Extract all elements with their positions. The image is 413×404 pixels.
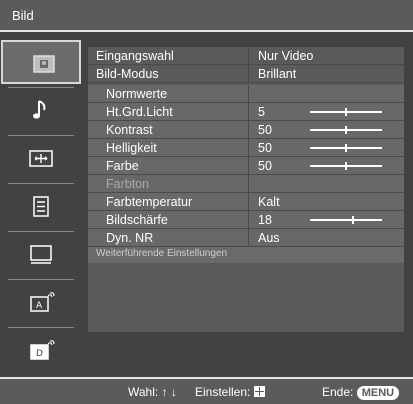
menu-row-sharpness[interactable]: Bildschärfe 18 — [88, 211, 404, 229]
row-value: Brillant — [258, 67, 297, 81]
sidebar-item-input-a[interactable]: A — [0, 280, 82, 324]
row-label: Farbe — [106, 159, 139, 173]
row-value: 50 — [258, 141, 272, 155]
settings-list-icon — [33, 196, 49, 217]
menu-row-color[interactable]: Farbe 50 — [88, 157, 404, 175]
confirm-label: Einstellen: — [195, 385, 251, 399]
sidebar-item-picture[interactable] — [1, 40, 81, 84]
row-label: Farbtemperatur — [106, 195, 193, 209]
slider-knob[interactable] — [345, 108, 347, 116]
menu-row-backlight[interactable]: Ht.Grd.Licht 5 — [88, 103, 404, 121]
sharpness-slider[interactable] — [310, 216, 382, 224]
slider-knob[interactable] — [345, 126, 347, 134]
slider-knob[interactable] — [345, 144, 347, 152]
category-sidebar: A D — [0, 40, 82, 372]
menu-body: A D Eingangswahl Nur Video Bild-Modus Br… — [0, 32, 413, 377]
row-value: 50 — [258, 123, 272, 137]
confirm-hint: Einstellen: — [195, 385, 265, 399]
backlight-slider[interactable] — [310, 108, 382, 116]
footer-hint-bar: Wahl: ↑ ↓ Einstellen: Ende: MENU — [0, 377, 413, 404]
column-divider — [248, 193, 249, 210]
menu-row-color-temperature[interactable]: Farbtemperatur Kalt — [88, 193, 404, 211]
row-label: Farbton — [106, 177, 150, 191]
title-bar: Bild — [0, 0, 413, 32]
picture-settings-osd: Bild A D Eingangswahl Nur Video Bild-Mod… — [0, 0, 413, 404]
up-down-arrows-icon: ↑ ↓ — [161, 385, 177, 399]
row-value: 50 — [258, 159, 272, 173]
screen-format-icon — [29, 150, 53, 167]
menu-button[interactable]: MENU — [356, 386, 400, 400]
column-divider — [248, 157, 249, 174]
row-value: Nur Video — [258, 49, 314, 63]
menu-title: Bild — [12, 8, 34, 23]
sidebar-item-sound[interactable] — [0, 88, 82, 132]
row-value: 18 — [258, 213, 272, 227]
input-a-icon: A — [30, 292, 55, 312]
row-label: Helligkeit — [106, 141, 157, 155]
advanced-settings-row[interactable]: Weiterführende Einstellungen — [88, 247, 404, 263]
menu-row-reset[interactable]: Normwerte — [88, 85, 404, 103]
select-label: Wahl: — [128, 385, 159, 399]
select-hint: Wahl: ↑ ↓ — [128, 385, 177, 399]
column-divider — [248, 85, 249, 102]
row-label: Bild-Modus — [96, 67, 159, 81]
music-note-icon — [33, 100, 46, 119]
menu-row-picture-mode[interactable]: Bild-Modus Brillant — [88, 65, 404, 83]
column-divider — [248, 211, 249, 228]
row-label: Bildschärfe — [106, 213, 168, 227]
brightness-slider[interactable] — [310, 144, 382, 152]
menu-row-hue-disabled: Farbton — [88, 175, 404, 193]
monitor-icon — [30, 245, 52, 264]
contrast-slider[interactable] — [310, 126, 382, 134]
svg-text:A: A — [36, 301, 43, 311]
row-label: Eingangswahl — [96, 49, 174, 63]
sidebar-item-setup[interactable] — [0, 184, 82, 228]
menu-row-brightness[interactable]: Helligkeit 50 — [88, 139, 404, 157]
menu-row-input-select[interactable]: Eingangswahl Nur Video — [88, 47, 404, 65]
color-slider[interactable] — [310, 162, 382, 170]
advanced-settings-label: Weiterführende Einstellungen — [96, 248, 228, 259]
column-divider — [248, 65, 249, 82]
column-divider — [248, 175, 249, 192]
exit-hint: Ende: MENU — [322, 385, 400, 400]
column-divider — [248, 103, 249, 120]
exit-label: Ende: — [322, 385, 354, 399]
joystick-button-icon — [253, 386, 265, 397]
input-d-icon: D — [30, 340, 55, 360]
settings-panel: Eingangswahl Nur Video Bild-Modus Brilla… — [88, 47, 404, 332]
row-value: Kalt — [258, 195, 280, 209]
row-label: Dyn. NR — [106, 231, 154, 245]
row-value: Aus — [258, 231, 280, 245]
picture-icon — [33, 55, 55, 73]
sidebar-item-input-d[interactable]: D — [0, 328, 82, 372]
column-divider — [248, 47, 249, 64]
row-label: Ht.Grd.Licht — [106, 105, 173, 119]
slider-knob[interactable] — [345, 162, 347, 170]
sidebar-item-screen[interactable] — [0, 136, 82, 180]
row-label: Normwerte — [106, 87, 168, 101]
row-label: Kontrast — [106, 123, 153, 137]
row-value: 5 — [258, 105, 265, 119]
column-divider — [248, 139, 249, 156]
menu-row-noise-reduction[interactable]: Dyn. NR Aus — [88, 229, 404, 247]
sidebar-item-display[interactable] — [0, 232, 82, 276]
menu-row-contrast[interactable]: Kontrast 50 — [88, 121, 404, 139]
slider-knob[interactable] — [352, 216, 354, 224]
svg-text:D: D — [36, 349, 43, 359]
column-divider — [248, 121, 249, 138]
column-divider — [248, 229, 249, 246]
